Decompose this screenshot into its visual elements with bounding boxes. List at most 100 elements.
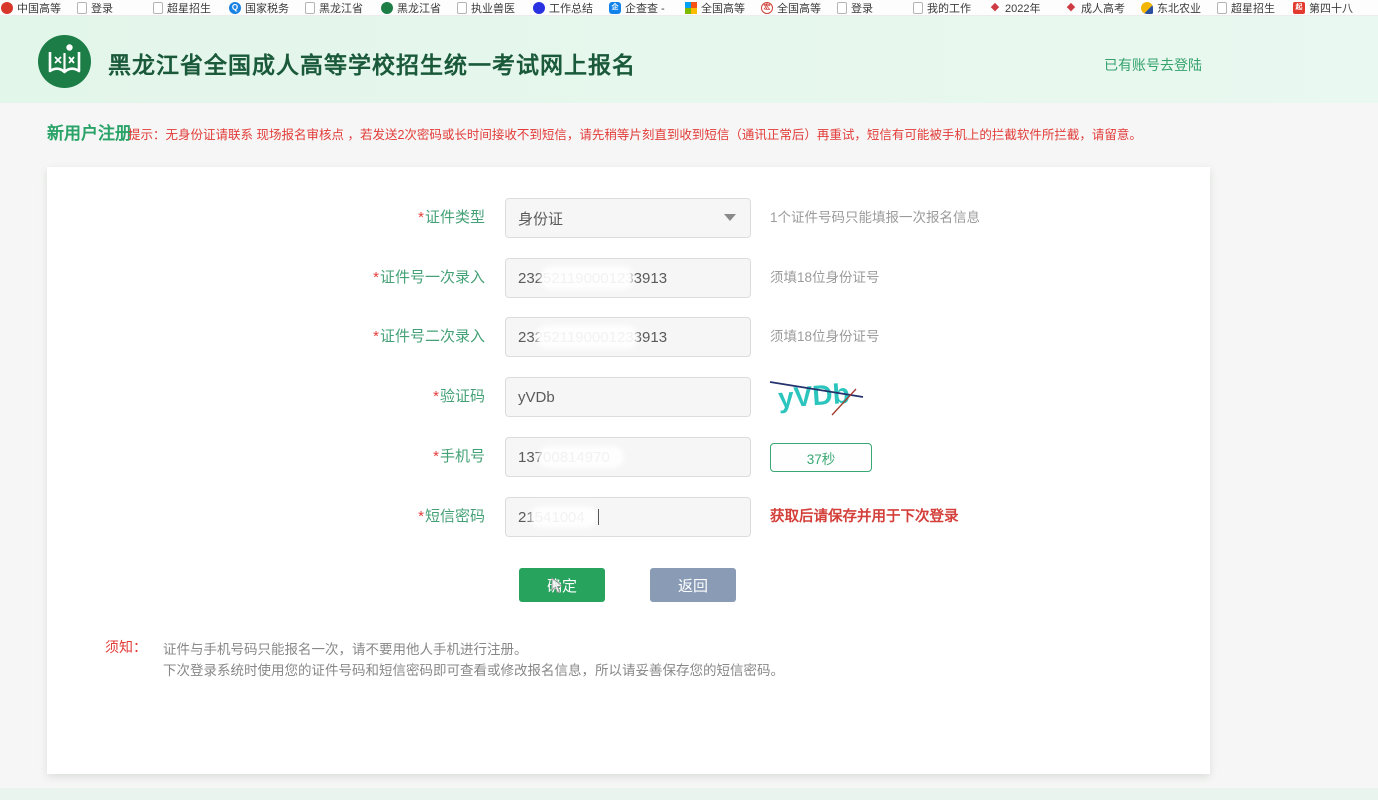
page-favicon-icon <box>1217 2 1227 14</box>
privacy-smudge <box>533 509 595 525</box>
privacy-smudge <box>539 328 635 346</box>
sms-save-warning: 获取后请保存并用于下次登录 <box>770 497 959 537</box>
tab-label: 企查查 - <box>625 0 665 16</box>
back-button[interactable]: 返回 <box>650 568 736 602</box>
register-warning-text: 提示：无身份证请联系 现场报名审核点 ，若发送2次密码或长时间接收不到短信，请先… <box>128 124 1178 143</box>
tab-label: 成人高考 <box>1081 0 1125 16</box>
browser-tab[interactable]: ◆ 成人高考 <box>1059 0 1135 16</box>
green-book-favicon-icon <box>381 2 393 14</box>
tab-label: 全国高等 <box>777 0 821 16</box>
tab-label: 超星招生 <box>1231 0 1275 16</box>
browser-tab[interactable]: 黑龙江省 <box>299 0 375 16</box>
browser-tab[interactable]: 登录 <box>831 0 907 16</box>
cert-no2-hint: 须填18位身份证号 <box>770 317 880 357</box>
cert-type-row: *证件类型 身份证 1个证件号码只能填报一次报名信息 <box>47 198 1210 238</box>
tab-label: 全国高等 <box>701 0 745 16</box>
cert-type-selected-value: 身份证 <box>518 208 563 229</box>
browser-tab[interactable]: 执业兽医 <box>451 0 527 16</box>
tab-label: 我的工作 <box>927 0 971 16</box>
browser-tab[interactable]: 起第四十八 <box>1287 0 1363 16</box>
cert-type-hint: 1个证件号码只能填报一次报名信息 <box>770 198 980 238</box>
red-diamond-favicon-icon: ◆ <box>989 2 1001 14</box>
site-logo-book-icon <box>38 35 91 88</box>
page-favicon-icon <box>153 2 163 14</box>
browser-tab[interactable]: 宏全国高等 <box>755 0 831 16</box>
cert-no1-hint: 须填18位身份证号 <box>770 258 880 298</box>
baidu-favicon-icon <box>533 2 545 14</box>
new-user-register-title: 新用户注册 <box>47 119 132 144</box>
red-diamond-favicon-icon: ◆ <box>1065 2 1077 14</box>
bottom-green-strip <box>0 788 1378 800</box>
red-site-favicon-icon <box>1 2 13 14</box>
required-asterisk: * <box>373 328 379 345</box>
sms-password-label: *短信密码 <box>185 497 485 537</box>
cert-no1-row: *证件号一次录入 须填18位身份证号 <box>47 258 1210 298</box>
tab-label: 执业兽医 <box>471 0 515 16</box>
browser-tab[interactable]: 中国高等 <box>0 0 71 16</box>
page-favicon-icon <box>457 2 467 14</box>
tab-label: 第四十八 <box>1309 0 1353 16</box>
phone-row: *手机号 37秒 <box>47 437 1210 477</box>
tab-label: 黑龙江省 <box>397 0 441 16</box>
tab-label: 登录 <box>851 0 873 16</box>
browser-tab[interactable]: 黑龙江省 <box>375 0 451 16</box>
tab-label: 东北农业 <box>1157 0 1201 16</box>
browser-tab[interactable]: 企企查查 - <box>603 0 679 16</box>
page-favicon-icon <box>837 2 847 14</box>
registration-form-card: *证件类型 身份证 1个证件号码只能填报一次报名信息 *证件号一次录入 须填18… <box>47 167 1210 774</box>
browser-tab[interactable]: 超星招生 <box>1211 0 1287 16</box>
tab-label: 中国高等 <box>17 0 61 16</box>
browser-tab[interactable]: ◆ 2022年 <box>983 0 1059 16</box>
tab-label: 黑龙江省 <box>319 0 363 16</box>
tab-label: 超星招生 <box>167 0 211 16</box>
notes-label: 须知： <box>105 637 147 657</box>
captcha-input[interactable] <box>505 377 751 417</box>
qichacha-favicon-icon: 企 <box>609 2 621 14</box>
captcha-text: yVDb <box>777 378 851 414</box>
cert-no1-label: *证件号一次录入 <box>185 258 485 298</box>
chevron-down-icon <box>724 214 736 221</box>
existing-account-login-link[interactable]: 已有账号去登陆 <box>1104 55 1202 75</box>
sms-countdown-button[interactable]: 37秒 <box>770 443 872 472</box>
notes-line-1: 证件与手机号码只能报名一次，请不要用他人手机进行注册。 <box>163 638 528 658</box>
cert-type-label: *证件类型 <box>185 198 485 238</box>
captcha-row: *验证码 yVDb <box>47 377 1210 417</box>
page-favicon-icon <box>305 2 315 14</box>
red-seal-favicon-icon: 宏 <box>761 2 773 14</box>
red-box-favicon-icon: 起 <box>1293 2 1305 14</box>
browser-tab-strip: 中国高等登录超星招生Q国家税务黑龙江省黑龙江省执业兽医工作总结企企查查 -全国高… <box>0 0 1378 16</box>
required-asterisk: * <box>433 388 439 405</box>
captcha-label: *验证码 <box>185 377 485 417</box>
required-asterisk: * <box>418 209 424 226</box>
browser-tab[interactable]: 全国高等 <box>679 0 755 16</box>
browser-tab[interactable]: 超星招生 <box>147 0 223 16</box>
sms-password-row: *短信密码 获取后请保存并用于下次登录 <box>47 497 1210 537</box>
browser-tab[interactable]: 登录 <box>71 0 147 16</box>
browser-tab[interactable]: 东北农业 <box>1135 0 1211 16</box>
cert-type-select[interactable]: 身份证 <box>505 198 751 238</box>
tab-label: 工作总结 <box>549 0 593 16</box>
notes-line-2: 下次登录系统时使用您的证件号码和短信密码即可查看或修改报名信息，所以请妥善保存您… <box>163 659 784 679</box>
privacy-smudge <box>541 449 621 465</box>
swan-favicon-icon <box>1141 2 1153 14</box>
browser-tab[interactable]: Q 国家税务 <box>223 0 299 16</box>
blue-q-favicon-icon: Q <box>229 2 241 14</box>
page-favicon-icon <box>913 2 923 14</box>
ms-squares-favicon-icon <box>685 2 697 14</box>
required-asterisk: * <box>433 448 439 465</box>
confirm-button[interactable]: 确定 <box>519 568 605 602</box>
required-asterisk: * <box>373 269 379 286</box>
text-cursor <box>598 509 599 525</box>
tab-label: 登录 <box>91 0 113 16</box>
browser-tab[interactable]: 工作总结 <box>527 0 603 16</box>
cert-no2-row: *证件号二次录入 须填18位身份证号 <box>47 317 1210 357</box>
phone-label: *手机号 <box>185 437 485 477</box>
site-header: 黑龙江省全国成人高等学校招生统一考试网上报名 已有账号去登陆 <box>0 16 1378 103</box>
captcha-image[interactable]: yVDb <box>768 371 866 417</box>
tab-label: 2022年 <box>1005 0 1040 16</box>
required-asterisk: * <box>418 508 424 525</box>
form-buttons-row: 确定 返回 <box>47 568 1210 602</box>
tab-label: 国家税务 <box>245 0 289 16</box>
page-favicon-icon <box>77 2 87 14</box>
browser-tab[interactable]: 我的工作 <box>907 0 983 16</box>
